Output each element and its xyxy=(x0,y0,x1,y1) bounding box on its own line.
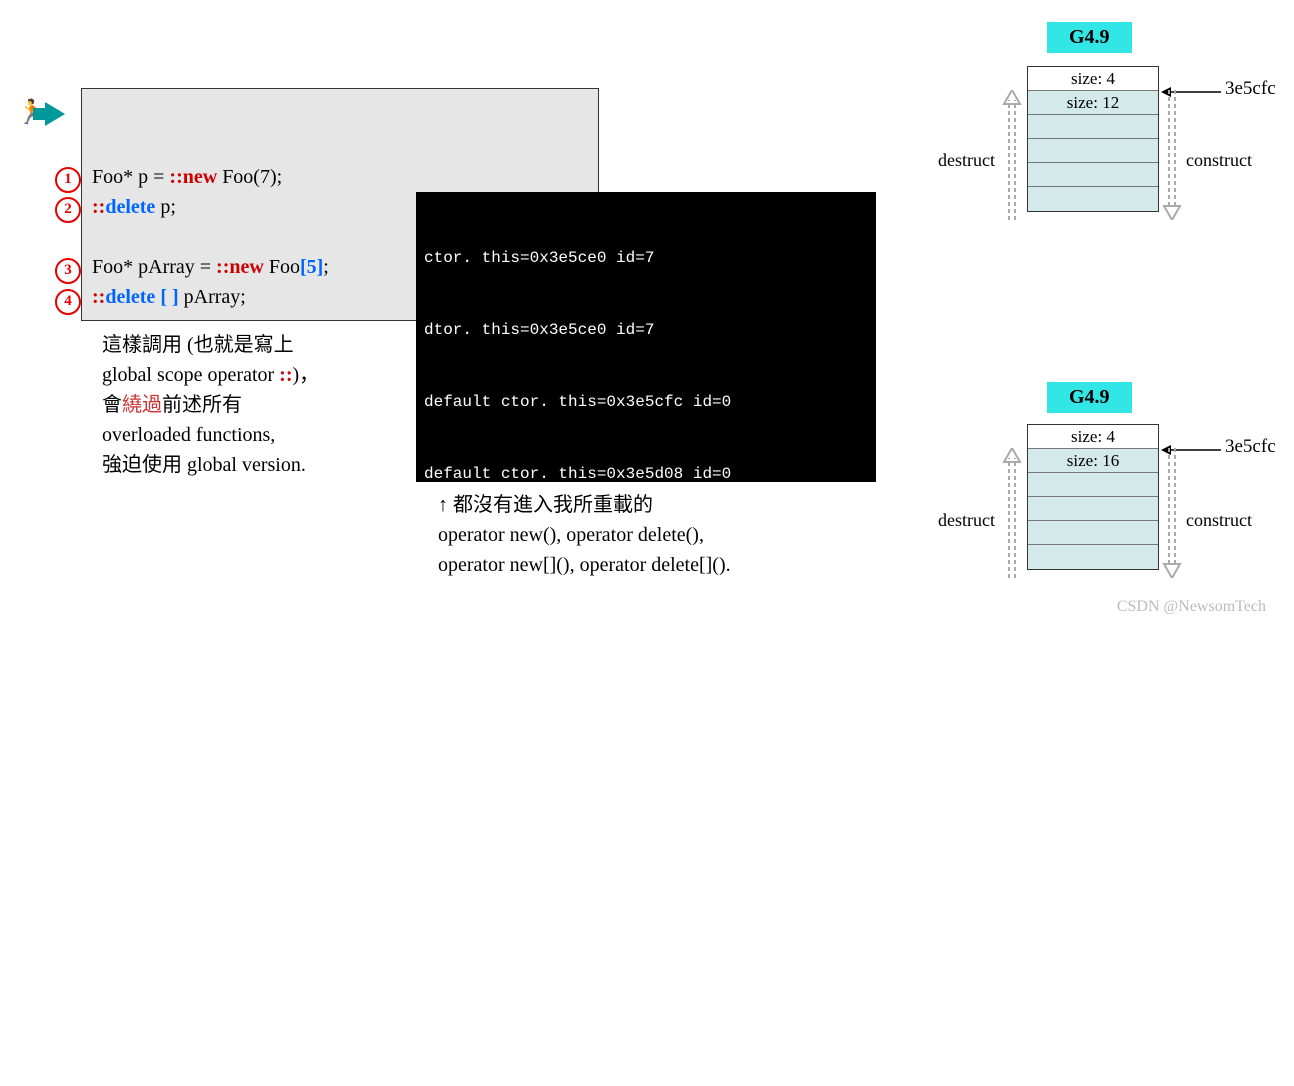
destruct-arrow-icon xyxy=(1002,90,1022,220)
memory-box-bottom: size: 4 size: 16 xyxy=(1027,424,1159,570)
destruct-label: destruct xyxy=(938,510,995,531)
mem-cell xyxy=(1028,115,1158,139)
marker-4: 4 xyxy=(55,289,81,315)
mem-cell: size: 4 xyxy=(1028,67,1158,91)
badge-g49-top: G4.9 xyxy=(1047,22,1132,53)
code-line-1: Foo* p = ::new Foo(7); xyxy=(92,162,588,192)
watermark: CSDN @NewsomTech xyxy=(1117,598,1266,616)
mem-cell: size: 16 xyxy=(1028,449,1158,473)
pointer-label: 3e5cfc xyxy=(1225,78,1276,100)
pointer-label: 3e5cfc xyxy=(1225,436,1276,458)
construct-arrow-icon xyxy=(1162,448,1182,578)
mem-cell xyxy=(1028,473,1158,497)
marker-3: 3 xyxy=(55,258,81,284)
construct-arrow-icon xyxy=(1162,90,1182,220)
mem-cell xyxy=(1028,497,1158,521)
note-left: 這樣調用 (也就是寫上 global scope operator ::)， 會… xyxy=(102,330,319,480)
mem-cell xyxy=(1028,545,1158,569)
construct-label: construct xyxy=(1186,510,1252,531)
mem-cell: size: 4 xyxy=(1028,425,1158,449)
mem-cell: size: 12 xyxy=(1028,91,1158,115)
destruct-arrow-icon xyxy=(1002,448,1022,578)
console-output: ctor. this=0x3e5ce0 id=7 dtor. this=0x3e… xyxy=(416,192,876,482)
mem-cell xyxy=(1028,521,1158,545)
badge-g49-bottom: G4.9 xyxy=(1047,382,1132,413)
note-center: ↑ 都沒有進入我所重載的 operator new(), operator de… xyxy=(438,490,731,580)
destruct-label: destruct xyxy=(938,150,995,171)
memory-box-top: size: 4 size: 12 xyxy=(1027,66,1159,212)
marker-2: 2 xyxy=(55,197,81,223)
mem-cell xyxy=(1028,163,1158,187)
mem-cell xyxy=(1028,139,1158,163)
arrow-icon xyxy=(45,102,65,126)
mem-cell xyxy=(1028,187,1158,211)
marker-1: 1 xyxy=(55,167,81,193)
construct-label: construct xyxy=(1186,150,1252,171)
